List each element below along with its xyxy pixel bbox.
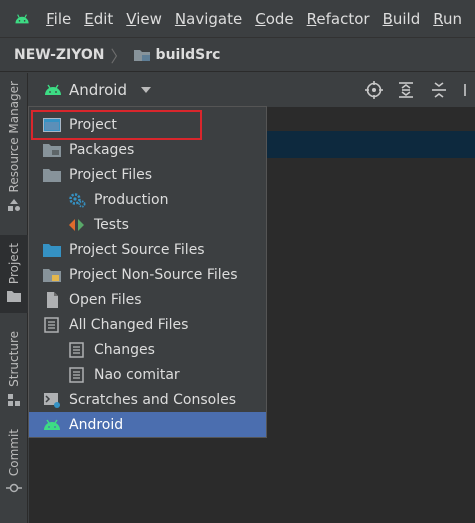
- popup-item-packages[interactable]: Packages: [29, 137, 266, 162]
- popup-item-project-files[interactable]: Project Files: [29, 162, 266, 187]
- packages-folder-icon: [43, 142, 61, 158]
- expand-all-icon[interactable]: [396, 80, 416, 100]
- source-folder-icon: [43, 242, 61, 258]
- structure-icon: [8, 393, 20, 406]
- chevron-down-icon[interactable]: [141, 87, 151, 93]
- popup-item-label: Production: [94, 191, 169, 208]
- stripe-label-project: Project: [7, 243, 21, 285]
- menu-run[interactable]: Run: [433, 10, 462, 28]
- popup-item-production[interactable]: Production: [29, 187, 266, 212]
- stripe-tab-commit[interactable]: Commit: [0, 429, 28, 494]
- popup-item-label: Project Source Files: [69, 241, 205, 258]
- changelist-icon: [43, 316, 61, 333]
- folder-icon: [43, 167, 61, 183]
- gear-icon: [68, 192, 86, 208]
- stripe-label-commit: Commit: [7, 429, 21, 477]
- menu-bar: File Edit View Navigate Code Refactor Bu…: [0, 0, 475, 37]
- popup-item-project-source-files[interactable]: Project Source Files: [29, 237, 266, 262]
- popup-item-label: Android: [69, 416, 124, 433]
- android-icon: [43, 417, 61, 433]
- popup-item-nao-comitar[interactable]: Nao comitar: [29, 362, 266, 387]
- popup-item-label: Nao comitar: [94, 366, 180, 383]
- android-studio-logo-icon: [15, 13, 29, 23]
- stripe-tab-resource-manager[interactable]: Resource Manager: [0, 81, 28, 212]
- menu-navigate[interactable]: Navigate: [175, 10, 242, 28]
- android-icon: [45, 84, 61, 95]
- popup-item-project-non-source-files[interactable]: Project Non-Source Files: [29, 262, 266, 287]
- popup-item-label: Changes: [94, 341, 155, 358]
- popup-item-android[interactable]: Android: [29, 412, 266, 437]
- highlight-annotation-box: [31, 110, 202, 140]
- commit-icon: [6, 483, 22, 493]
- menu-build[interactable]: Build: [383, 10, 421, 28]
- popup-item-open-files[interactable]: Open Files: [29, 287, 266, 312]
- menu-edit[interactable]: Edit: [84, 10, 113, 28]
- locate-target-icon[interactable]: [364, 80, 384, 100]
- file-icon: [43, 291, 61, 308]
- popup-item-label: All Changed Files: [69, 316, 189, 333]
- project-folder-icon: [7, 291, 21, 303]
- collapse-all-icon[interactable]: [429, 80, 449, 100]
- stripe-tab-structure[interactable]: Structure: [0, 331, 28, 407]
- breadcrumb-separator-icon: 〉: [110, 46, 127, 66]
- popup-item-label: Scratches and Consoles: [69, 391, 236, 408]
- popup-item-label: Project Non-Source Files: [69, 266, 238, 283]
- popup-item-label: Tests: [94, 216, 129, 233]
- folder-icon: [133, 49, 150, 61]
- popup-item-tests[interactable]: Tests: [29, 212, 266, 237]
- tool-window-stripe: Resource Manager Project Structure Commi…: [0, 73, 28, 523]
- menu-file[interactable]: File: [46, 10, 71, 28]
- project-tool-window-header: Android: [29, 73, 475, 107]
- view-selector[interactable]: Android: [69, 81, 127, 99]
- stripe-tab-project[interactable]: Project: [0, 235, 28, 313]
- options-icon[interactable]: [461, 80, 475, 100]
- breadcrumb: NEW-ZIYON 〉 buildSrc: [0, 37, 475, 72]
- breadcrumb-project[interactable]: NEW-ZIYON: [14, 47, 105, 63]
- stripe-label-structure: Structure: [7, 331, 21, 387]
- menu-code[interactable]: Code: [255, 10, 293, 28]
- popup-item-label: Open Files: [69, 291, 142, 308]
- stripe-label-resource-manager: Resource Manager: [7, 81, 21, 193]
- popup-item-scratches-and-consoles[interactable]: Scratches and Consoles: [29, 387, 266, 412]
- changelist-icon: [68, 366, 86, 383]
- scratches-icon: [43, 392, 61, 408]
- changelist-icon: [68, 341, 86, 358]
- popup-item-all-changed-files[interactable]: All Changed Files: [29, 312, 266, 337]
- popup-item-label: Project Files: [69, 166, 153, 183]
- popup-item-label: Packages: [69, 141, 135, 158]
- view-dropdown-popup: Project Packages Project Files Productio…: [28, 106, 267, 438]
- popup-item-changes[interactable]: Changes: [29, 337, 266, 362]
- non-source-folder-icon: [43, 267, 61, 283]
- breadcrumb-directory[interactable]: buildSrc: [156, 47, 221, 63]
- menu-view[interactable]: View: [126, 10, 162, 28]
- resource-manager-icon: [8, 199, 20, 212]
- menu-refactor[interactable]: Refactor: [307, 10, 370, 28]
- tests-arrows-icon: [68, 217, 86, 233]
